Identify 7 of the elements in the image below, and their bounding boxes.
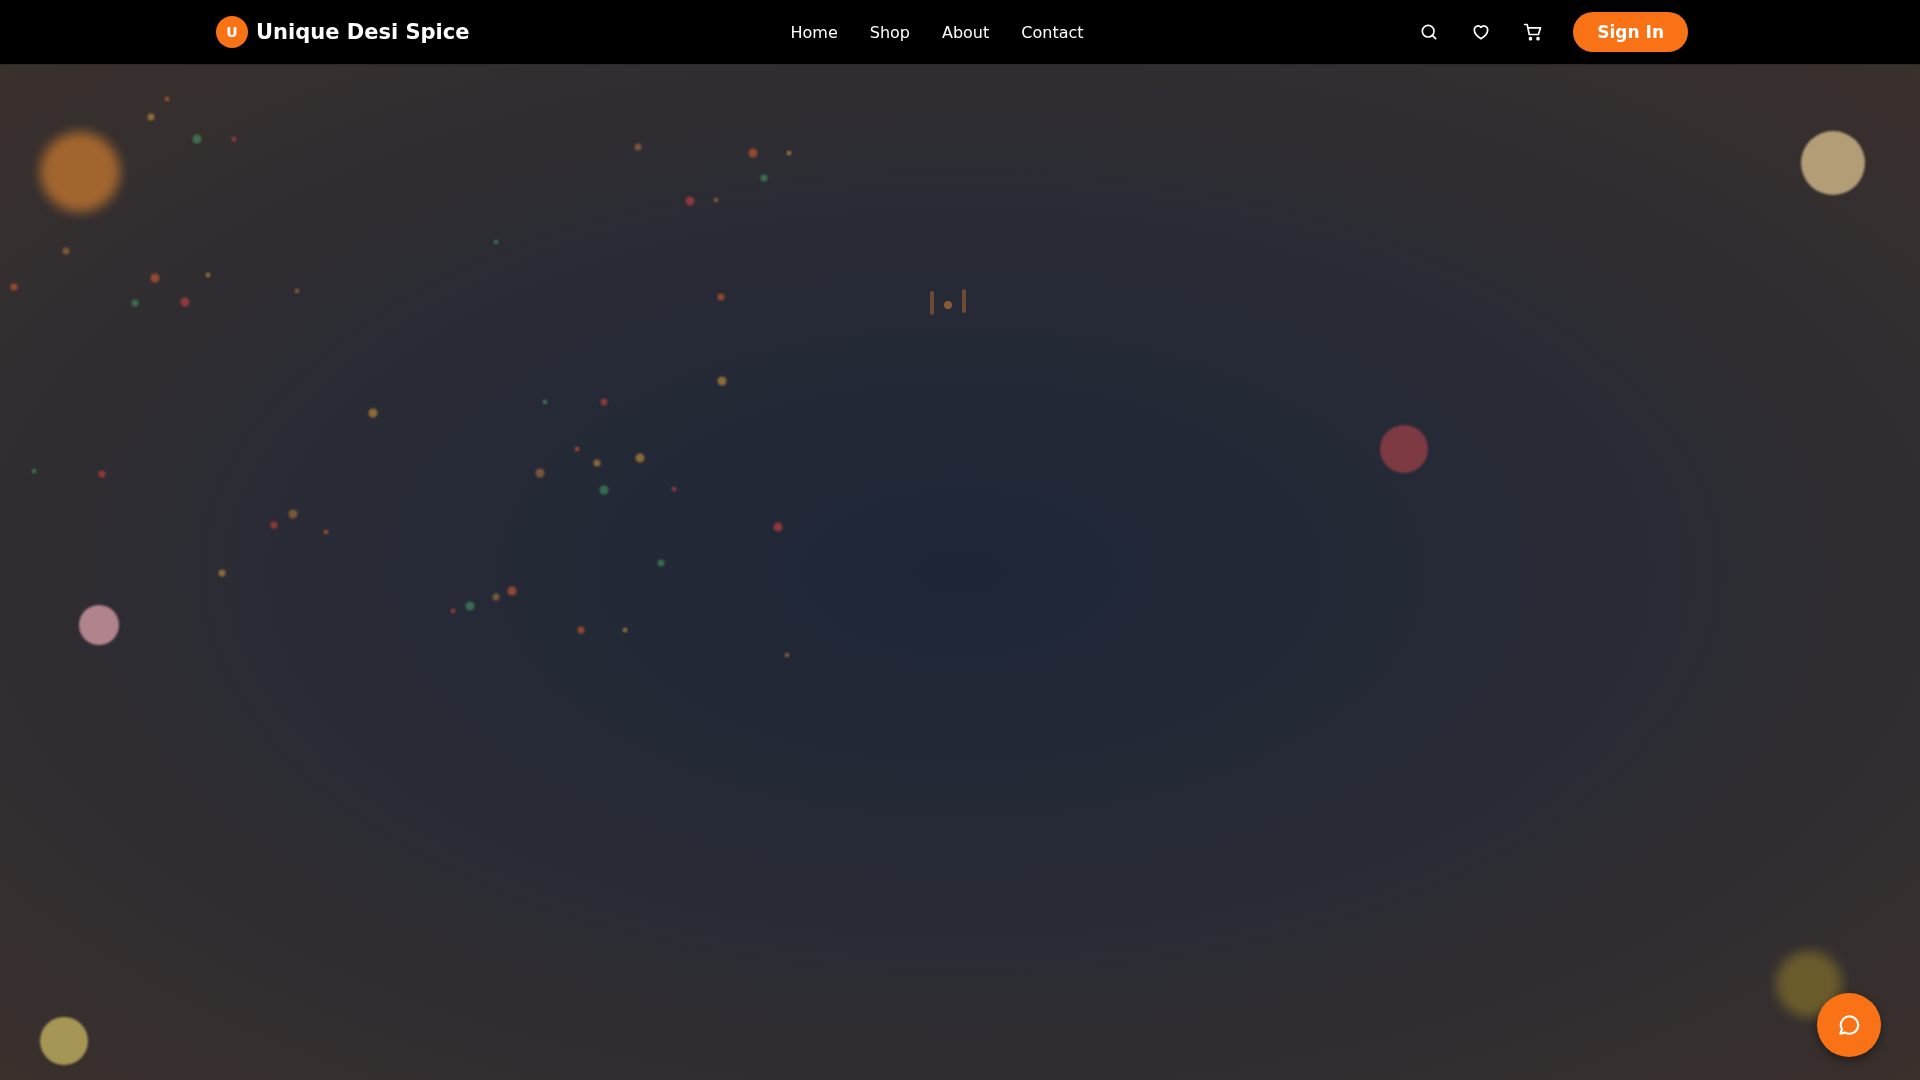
brand-name[interactable]: Unique Desi Spice bbox=[256, 20, 470, 44]
chat-button[interactable] bbox=[1817, 993, 1881, 1057]
nav-link[interactable]: Home bbox=[790, 22, 838, 42]
nav-link[interactable]: Shop bbox=[869, 22, 910, 42]
nav-link[interactable]: About bbox=[941, 22, 990, 42]
chat-bubble-icon bbox=[1836, 1012, 1862, 1038]
nav-link[interactable]: Contact bbox=[1021, 22, 1084, 42]
